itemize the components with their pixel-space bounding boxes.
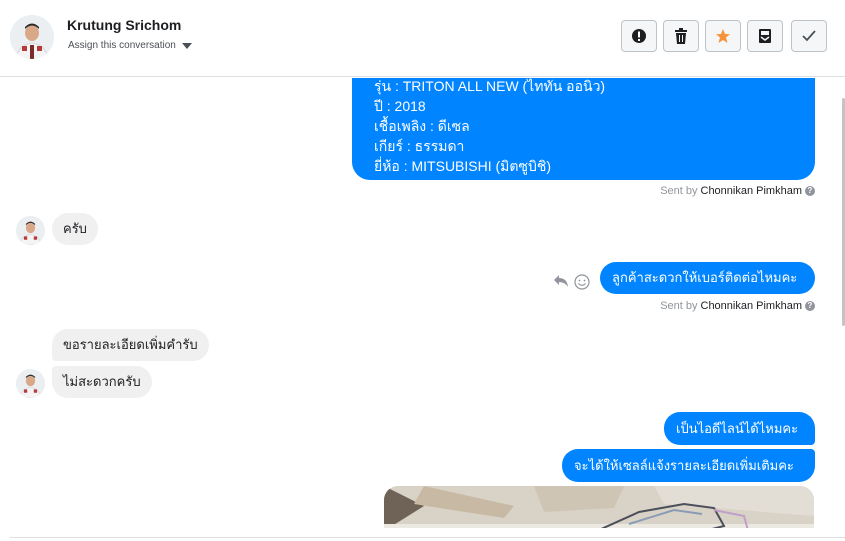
chevron-down-icon [181,42,192,49]
sender-name[interactable]: Chonnikan Pimkham [701,185,803,197]
contact-avatar[interactable] [16,216,45,245]
sent-by-prefix: Sent by [660,300,698,312]
sender-name[interactable]: Chonnikan Pimkham [701,300,803,312]
incoming-message[interactable]: ครับ [52,213,98,245]
vehicle-info-line: ยี่ห้อ : MITSUBISHI (มิตซูบิชิ) [374,158,552,174]
message-thread: รุ่น : TRITON ALL NEW (ไททัน ออนิว) ปี :… [0,78,845,528]
sent-by-prefix: Sent by [660,185,698,197]
outgoing-message[interactable]: ลูกค้าสะดวกให้เบอร์ติดต่อไหมคะ [600,262,815,294]
conversation-actions [621,20,827,52]
contact-name[interactable]: Krutung Srichom [67,17,181,33]
vehicle-info-line: ปี : 2018 [374,98,426,114]
outgoing-message[interactable]: จะได้ให้เซลล์แจ้งรายละเอียดเพิ่มเติมคะ [562,449,815,482]
mark-done-button[interactable] [791,20,827,52]
archive-button[interactable] [747,20,783,52]
mark-spam-button[interactable] [621,20,657,52]
star-icon [716,29,730,43]
star-button[interactable] [705,20,741,52]
incoming-message[interactable]: ขอรายละเอียดเพิ่มคำรับ [52,329,209,361]
assign-label: Assign this conversation [68,40,176,51]
sent-by-label: Sent by Chonnikan Pimkham ? [660,185,815,197]
conversation-header: Krutung Srichom Assign this conversation [0,0,845,77]
composer-divider [10,537,845,538]
incoming-message[interactable]: ไม่สะดวกครับ [52,366,152,398]
archive-icon [759,29,771,43]
vehicle-info-line: เกียร์ : ธรรมดา [374,138,465,154]
alert-icon [632,29,646,43]
sent-by-label: Sent by Chonnikan Pimkham ? [660,300,815,312]
trash-icon [675,28,687,44]
vehicle-info-line: รุ่น : TRITON ALL NEW (ไททัน ออนิว) [374,78,606,94]
contact-avatar[interactable] [16,369,45,398]
emoji-reaction-icon[interactable] [574,274,590,290]
outgoing-message[interactable]: เป็นไอดีไลน์ได้ไหมคะ [664,412,815,445]
delete-button[interactable] [663,20,699,52]
help-icon[interactable]: ? [805,301,815,311]
vehicle-info-message[interactable]: รุ่น : TRITON ALL NEW (ไททัน ออนิว) ปี :… [352,78,815,180]
check-icon [802,30,816,42]
contact-avatar[interactable] [10,15,54,59]
reply-icon[interactable] [553,274,569,288]
vehicle-info-line: เชื้อเพลิง : ดีเซล [374,118,470,134]
help-icon[interactable]: ? [805,186,815,196]
image-attachment[interactable] [384,486,814,528]
assign-conversation-dropdown[interactable]: Assign this conversation [68,40,192,51]
